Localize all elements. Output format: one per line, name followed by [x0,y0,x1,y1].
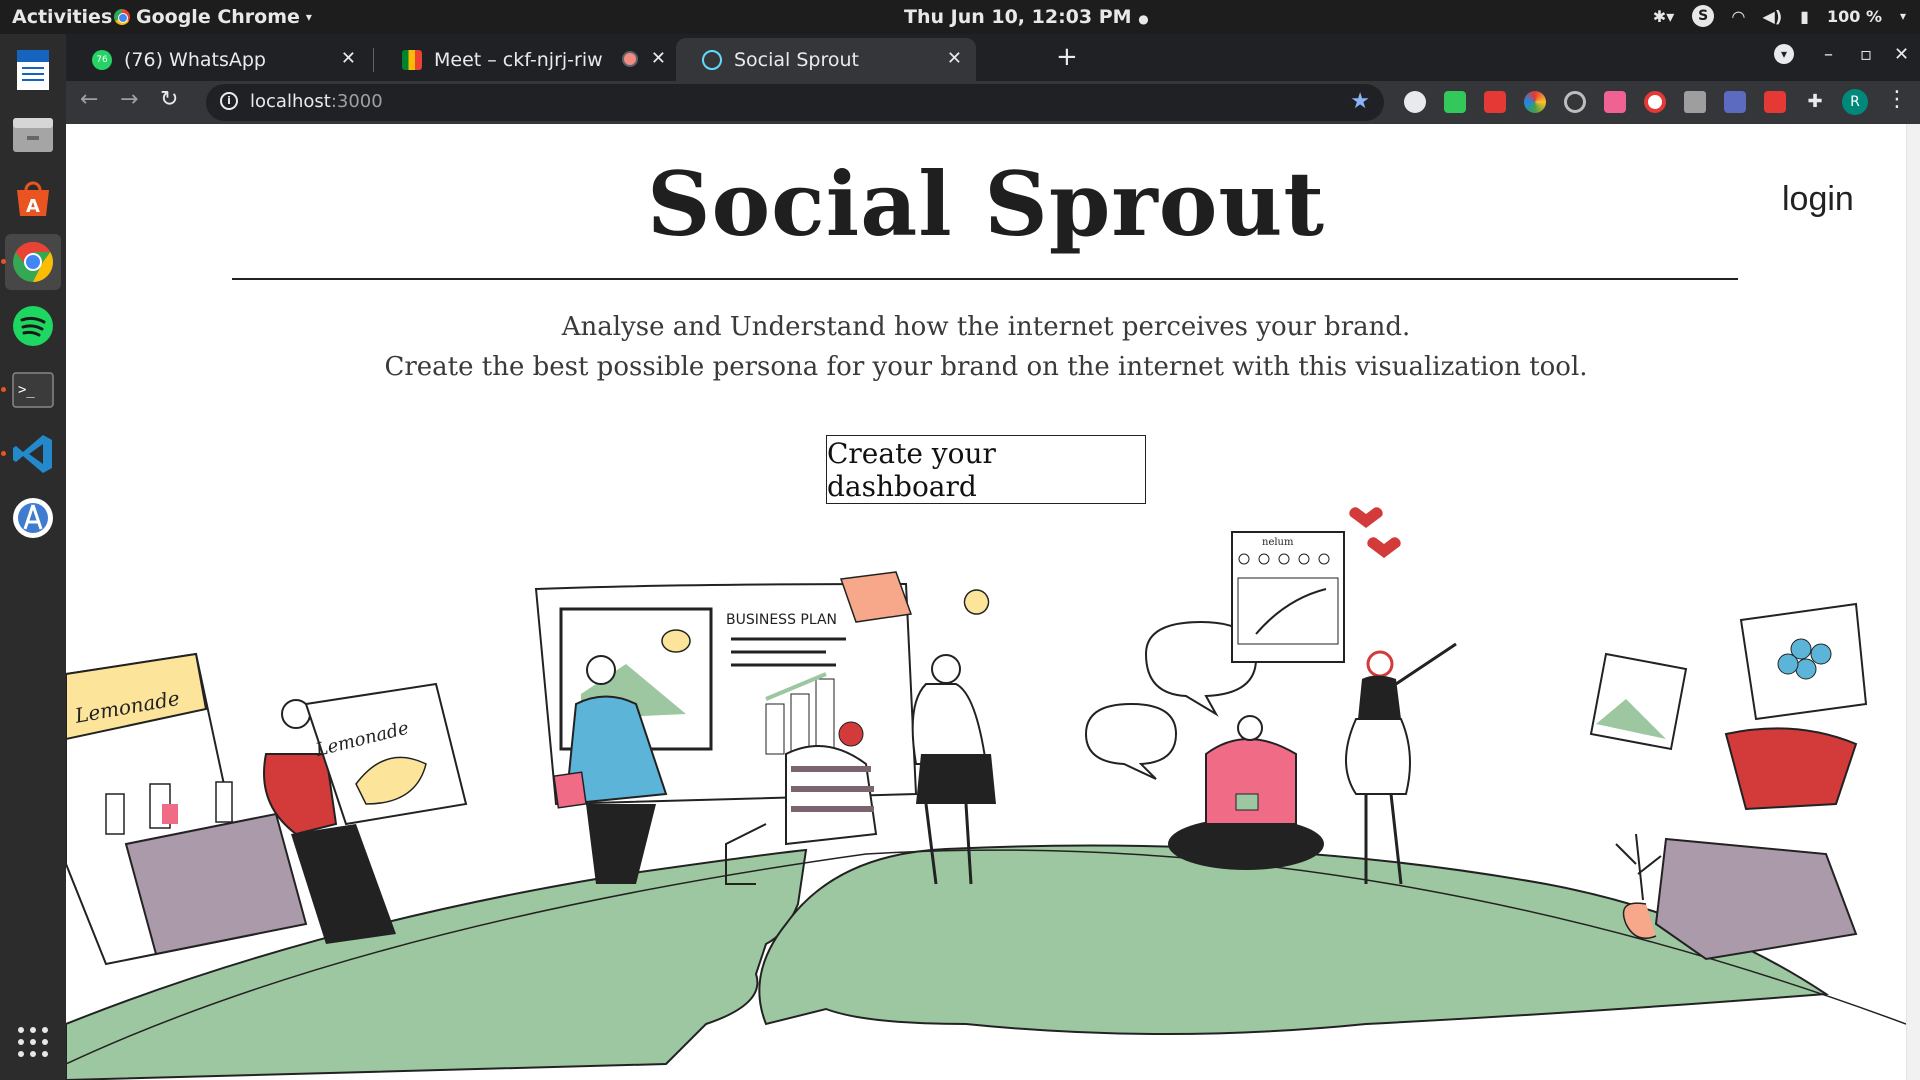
app-menu-label: Google Chrome [136,6,300,28]
close-icon[interactable]: ✕ [341,48,356,69]
chrome-icon [114,9,130,25]
writer-icon[interactable] [5,42,61,98]
system-top-bar: Activities Google Chrome ▾ Thu Jun 10, 1… [0,0,1920,34]
svg-text:>_: >_ [18,382,35,398]
extension-icon[interactable] [1404,91,1426,113]
profile-phone-frame: nelum [1231,507,1401,663]
tab-strip: 76 (76) WhatsApp ✕ Meet – ckf-njrj-riw ✕… [66,34,1920,81]
close-window-button[interactable]: ✕ [1894,44,1909,65]
tagline-2: Create the best possible persona for you… [384,352,1588,382]
svg-text:A: A [26,196,40,217]
chevron-down-icon: ▾ [1899,9,1906,23]
back-button[interactable]: ← [80,87,98,112]
person-with-flower-art [1615,602,1868,961]
reload-button[interactable]: ↻ [160,87,178,112]
new-tab-button[interactable]: + [1056,42,1078,72]
software-center-icon[interactable]: A [5,170,61,226]
skype-icon[interactable]: S [1692,5,1715,27]
app-menu[interactable]: Google Chrome ▾ [114,6,312,28]
header-divider [232,278,1738,280]
person-sitting-phone [1168,715,1324,870]
extension-icon[interactable] [1764,91,1786,113]
close-icon[interactable]: ✕ [651,48,666,69]
person-selfie [1345,642,1457,885]
whatsapp-icon: 76 [92,49,112,70]
notification-dot-icon: ● [1138,12,1149,26]
chrome-dock-icon[interactable] [5,234,61,290]
running-indicator [1,387,6,392]
business-plan-label: BUSINESS PLAN [726,612,837,628]
vscode-icon[interactable] [5,426,61,482]
page-title: Social Sprout [646,152,1326,256]
hero-illustration: Lemonade Lemonade BUSINESS PLAN nelum [66,507,1906,1080]
android-studio-icon[interactable] [5,490,61,546]
battery-percent: 100 % [1826,6,1882,26]
accessibility-icon[interactable]: ✱▾ [1653,7,1674,26]
extension-icon[interactable] [1644,91,1666,113]
create-dashboard-button[interactable]: Create your dashboard [826,435,1146,504]
extension-icon[interactable] [1484,91,1506,113]
shield-icon[interactable] [1444,91,1466,113]
profile-avatar[interactable]: R [1842,89,1868,115]
bookmark-star-icon[interactable]: ★ [1350,89,1370,114]
react-icon [702,49,722,70]
tab-meet[interactable]: Meet – ckf-njrj-riw ✕ [376,38,680,81]
clock-label: Thu Jun 10, 12:03 PM [904,6,1132,28]
meet-icon [402,49,422,70]
recording-icon [622,51,638,67]
maximize-button[interactable]: ▫ [1860,44,1872,65]
chart-icon[interactable] [1684,91,1706,113]
screenshot-icon[interactable] [1724,91,1746,113]
url-host: localhost [250,91,331,112]
menu-icon[interactable]: ⋮ [1886,87,1908,112]
lemonade-stand: Lemonade [66,652,308,966]
volume-icon: ◀) [1762,6,1783,26]
login-link[interactable]: login [1782,180,1854,219]
tab-title: Social Sprout [734,48,860,71]
tab-search-icon[interactable]: ▾ [1774,44,1794,64]
color-picker-icon[interactable] [1524,91,1546,113]
system-tray[interactable]: ✱▾ S ◠ ◀) ▮ 100 % ▾ [1653,5,1906,27]
web-page: Social Sprout login Analyse and Understa… [66,124,1920,1080]
info-icon[interactable]: i [220,92,238,110]
clock[interactable]: Thu Jun 10, 12:03 PM ● [904,6,1149,28]
tab-whatsapp[interactable]: 76 (76) WhatsApp ✕ [66,38,370,81]
tab-separator [373,48,374,72]
page-scrollbar[interactable] [1906,124,1920,1080]
running-indicator [1,451,6,456]
running-indicator [1,259,6,264]
landscape-frame [1589,652,1688,751]
forward-button[interactable]: → [120,87,138,112]
tab-title: Meet – ckf-njrj-riw [434,48,603,71]
minimize-button[interactable]: – [1824,44,1833,65]
terminal-icon[interactable]: >_ [5,362,61,418]
extension-icon[interactable] [1604,91,1626,113]
url-text: localhost:3000 [250,91,383,112]
activities-button[interactable]: Activities [12,6,112,28]
browser-toolbar: ← → ↻ i localhost:3000 ★ ✚ R ⋮ [66,81,1920,124]
tagline-1: Analyse and Understand how the internet … [561,312,1411,342]
puzzle-icon[interactable]: ✚ [1804,91,1826,113]
address-bar[interactable]: i localhost:3000 ★ [206,84,1384,121]
wifi-icon: ◠ [1732,6,1745,26]
dock: A >_ [0,34,66,1080]
tab-social-sprout[interactable]: Social Sprout ✕ [676,38,976,81]
battery-icon: ▮ [1800,6,1809,26]
files-icon[interactable] [5,106,61,162]
spotify-icon[interactable] [5,298,61,354]
tab-title: (76) WhatsApp [124,48,266,71]
profile-label: nelum [1262,537,1294,548]
url-port: :3000 [330,91,383,112]
target-icon[interactable] [1564,91,1586,113]
show-applications-icon[interactable] [5,1014,61,1070]
close-icon[interactable]: ✕ [947,48,962,69]
chevron-down-icon: ▾ [305,10,312,24]
